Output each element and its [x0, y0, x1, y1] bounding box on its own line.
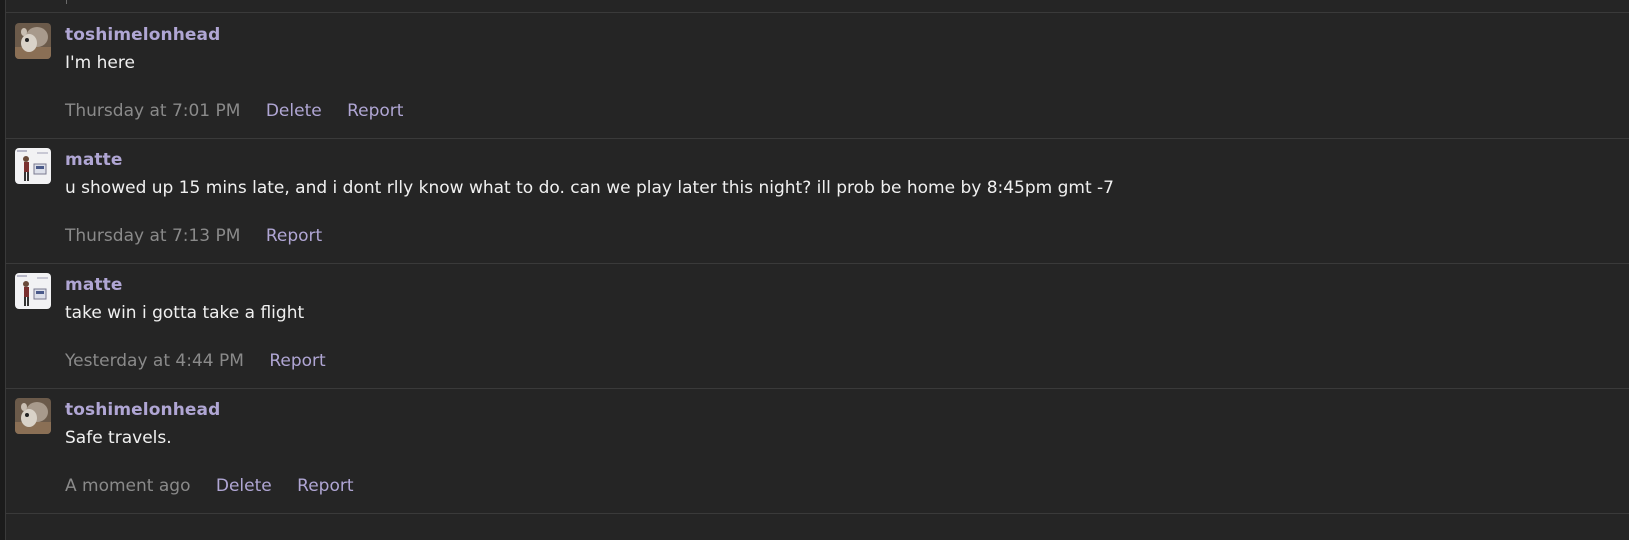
report-link[interactable]: Report [269, 351, 325, 371]
message-item: toshimelonhead Safe travels. A moment ag… [6, 388, 1629, 514]
username[interactable]: toshimelonhead [65, 400, 220, 420]
message-footer: Yesterday at 4:44 PM Report [65, 351, 326, 371]
message-text: u showed up 15 mins late, and i dont rll… [65, 178, 1115, 198]
username[interactable]: matte [65, 150, 122, 170]
message-item: matte take win i gotta take a flight Yes… [6, 263, 1629, 389]
message-text: Safe travels. [65, 428, 172, 448]
previous-item-edge [66, 0, 71, 4]
squirrel-avatar[interactable] [15, 398, 51, 434]
report-link[interactable]: Report [297, 476, 353, 496]
character-avatar[interactable] [15, 148, 51, 184]
message-footer: Thursday at 7:01 PM Delete Report [65, 101, 403, 121]
delete-link[interactable]: Delete [216, 476, 272, 496]
username[interactable]: toshimelonhead [65, 25, 220, 45]
message-footer: Thursday at 7:13 PM Report [65, 226, 322, 246]
character-avatar[interactable] [15, 273, 51, 309]
timestamp[interactable]: Yesterday at 4:44 PM [65, 351, 244, 371]
timestamp[interactable]: A moment ago [65, 476, 190, 496]
timestamp[interactable]: Thursday at 7:01 PM [65, 101, 240, 121]
delete-link[interactable]: Delete [266, 101, 322, 121]
message-text: I'm here [65, 53, 135, 73]
username[interactable]: matte [65, 275, 122, 295]
report-link[interactable]: Report [266, 226, 322, 246]
timestamp[interactable]: Thursday at 7:13 PM [65, 226, 240, 246]
message-thread: toshimelonhead I'm here Thursday at 7:01… [5, 0, 1629, 540]
message-text: take win i gotta take a flight [65, 303, 305, 323]
message-item: toshimelonhead I'm here Thursday at 7:01… [6, 13, 1629, 139]
message-footer: A moment ago Delete Report [65, 476, 354, 496]
message-item: matte u showed up 15 mins late, and i do… [6, 138, 1629, 264]
report-link[interactable]: Report [347, 101, 403, 121]
squirrel-avatar[interactable] [15, 23, 51, 59]
